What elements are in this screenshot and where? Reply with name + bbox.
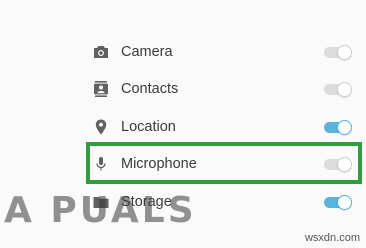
permission-label: Location: [121, 119, 176, 135]
permission-row-contacts[interactable]: Contacts: [0, 71, 366, 108]
permission-label: Contacts: [121, 81, 179, 97]
contacts-toggle[interactable]: [324, 82, 352, 97]
contacts-icon: [92, 80, 110, 98]
permission-label: Camera: [121, 44, 173, 60]
toggle-thumb: [337, 195, 352, 210]
site-credit: wsxdn.com: [304, 232, 360, 244]
appuals-watermark: A PUALS: [4, 190, 197, 231]
location-toggle[interactable]: [324, 120, 352, 135]
toggle-thumb: [337, 82, 352, 97]
app-permissions-screen: Camera Contacts Location Microphone Stor…: [0, 0, 366, 248]
toggle-thumb: [337, 45, 352, 60]
microphone-highlight-box: [86, 142, 362, 184]
permission-row-camera[interactable]: Camera: [0, 34, 366, 71]
toggle-thumb: [337, 120, 352, 135]
storage-toggle[interactable]: [324, 195, 352, 210]
location-icon: [92, 118, 110, 136]
camera-toggle[interactable]: [324, 45, 352, 60]
permission-row-location[interactable]: Location: [0, 109, 366, 146]
camera-icon: [92, 43, 110, 61]
